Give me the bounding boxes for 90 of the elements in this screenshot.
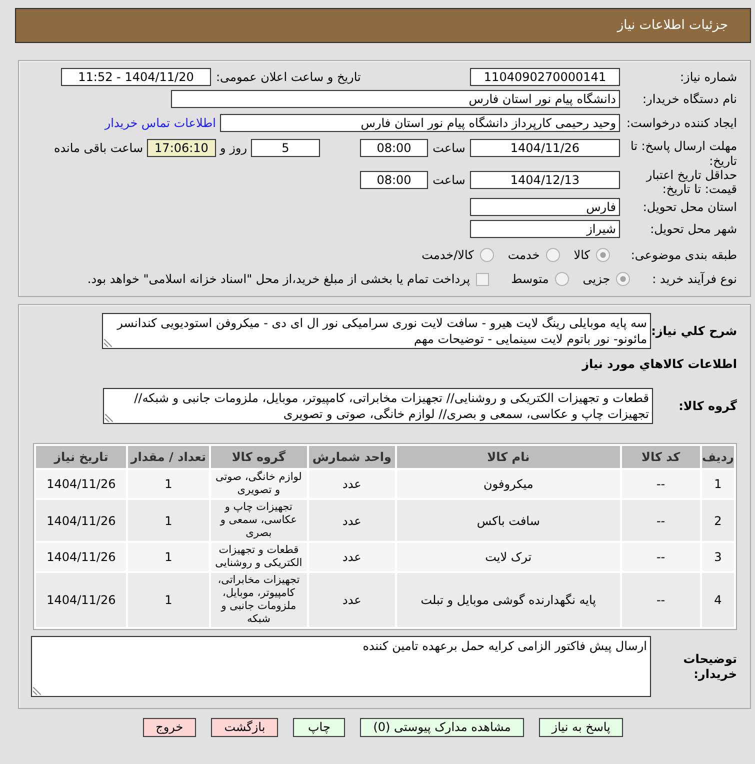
table-cell: لوازم خانگی، صوتی و تصویری [210,470,307,498]
field-label: ساعت باقی مانده [54,140,143,157]
table-cell: میکروفون [397,470,620,498]
table-cell: 2 [702,500,734,541]
time-field[interactable]: 08:00 [360,171,428,189]
table-cell: ترک لایت [397,543,620,571]
option-label: کالا/خدمت [422,247,474,264]
resize-grip-icon[interactable] [104,339,112,347]
page-title: جزئیات اطلاعات نیاز [617,18,728,33]
time-field[interactable]: 08:00 [360,139,428,157]
table-cell: 1 [128,543,209,571]
table-cell: 1404/11/26 [36,470,126,498]
days-field[interactable]: 5 [251,139,320,157]
need-number-field[interactable]: 1104090270000141 [470,68,620,86]
description-field[interactable]: سه پایه موبایلی رینگ لایت هیرو - سافت لایت نوری سرامیکی نور ال ای دی - میکروفن استودیویی کندانسر مائونو- نور باتوم لایت سینمایی - توضیحات مهم [102,313,651,349]
option-label: جزیی [582,271,610,288]
radio-button[interactable] [616,272,630,286]
field-label: ساعت [432,172,466,189]
option-label: خدمت [508,247,540,264]
field-label: مهلت ارسال پاسخ: تا تاریخ: [629,139,737,169]
table-cell: 1404/11/26 [36,500,126,541]
table-cell: سافت باکس [397,500,620,541]
announcement-date-field[interactable]: 1404/11/20 - 11:52 [61,68,211,86]
option-label: پرداخت تمام یا بخشی از مبلغ خرید،از محل "اسناد خزانه اسلامی" خواهد بود. [87,271,470,288]
checkbox[interactable] [476,272,490,286]
table-cell: 1 [128,470,209,498]
table-cell: 4 [702,573,734,627]
field-label: توضیحات خریدار: [682,652,737,682]
column-header: تاریخ نیاز [36,446,126,468]
radio-button[interactable] [480,248,494,262]
table-cell: 1 [128,500,209,541]
table-cell: 1404/11/26 [36,573,126,627]
buyer-org-field[interactable]: دانشگاه پیام نور استان فارس [171,90,620,108]
remaining-time-field[interactable]: 17:06:10 [147,139,216,157]
table-cell: تجهیزات مخابراتی، کامپیوتر، موبایل، ملزومات جانبی و شبکه [210,573,307,627]
resize-grip-icon[interactable] [33,687,41,695]
contact-link[interactable]: اطلاعات تماس خریدار [104,114,216,132]
field-label: حداقل تاریخ اعتبار قیمت: تا تاریخ: [644,168,737,196]
option-label: متوسط [511,271,549,288]
radio-button[interactable] [596,248,610,262]
field-label: ایجاد کننده درخواست: [626,115,737,132]
radio-button[interactable] [546,248,560,262]
field-label: نام دستگاه خریدار: [642,91,737,108]
table-cell: 1404/11/26 [36,543,126,571]
province-field[interactable]: فارس [470,198,620,216]
column-header: نام کالا [397,446,620,468]
column-header: ردیف [702,446,734,468]
table-cell: عدد [308,543,396,571]
field-label: طبقه بندی موضوعی: [630,247,737,264]
field-label: استان محل تحویل: [642,199,737,216]
table-cell: عدد [308,470,396,498]
column-header: واحد شمارش [308,446,396,468]
goods-group-field[interactable]: قطعات و تجهیزات الکتریکی و روشنایی// تجهیزات مخابراتی، کامپیوتر، موبایل، ملزومات جانبی و شبکه// تجهیزات چاپ و عکاسی، سمعی و بصری// لوازم خانگی، صوتی و تصویری [103,388,653,424]
field-label: تاریخ و ساعت اعلان عمومی: [216,69,361,86]
date-field[interactable]: 1404/11/26 [470,139,620,157]
field-label: ساعت [432,140,466,157]
table-cell: 1 [702,470,734,498]
field-label: نوع فرآیند خرید : [652,271,737,288]
field-label: شهر محل تحویل: [650,221,737,238]
column-header: تعداد / مقدار [128,446,209,468]
table-cell: قطعات و تجهیزات الکتریکی و روشنایی [210,543,307,571]
column-header: گروه کالا [210,446,307,468]
table-cell: -- [622,500,700,541]
table-cell: عدد [308,500,396,541]
option-label: کالا [574,247,590,264]
requester-field[interactable]: وحید رحیمی کارپرداز دانشگاه پیام نور استان فارس [220,114,620,132]
field-label: شرح کلي نیاز: [651,323,737,340]
field-label: شماره نیاز: [680,69,737,86]
column-header: کد کالا [622,446,700,468]
buyer-notes-field[interactable]: ارسال پیش فاکتور الزامی کرایه حمل برعهده تامین کننده [31,636,651,697]
action-button[interactable]: خروج [142,718,196,737]
resize-grip-icon[interactable] [105,414,113,422]
field-label: روز و [220,140,247,157]
table-cell: عدد [308,573,396,627]
action-button[interactable]: پاسخ به نیاز [538,718,624,737]
table-cell: تجهیزات چاپ و عکاسی، سمعی و بصری [210,500,307,541]
table-cell: -- [622,470,700,498]
field-label: گروه کالا: [678,398,737,415]
action-button[interactable]: مشاهده مدارک پیوستی (0) [360,718,524,737]
city-field[interactable]: شیراز [470,220,620,238]
table-cell: -- [622,543,700,571]
radio-button[interactable] [554,272,569,286]
table-cell: پایه نگهدارنده گوشی موبایل و تبلت [397,573,620,627]
table-cell: -- [622,573,700,627]
section-title: اطلاعات کالاهاي مورد نیاز [582,357,737,372]
table-cell: 3 [702,543,734,571]
action-button[interactable]: چاپ [293,718,346,737]
table-cell: 1 [128,573,209,627]
date-field[interactable]: 1404/12/13 [470,171,620,189]
action-button[interactable]: بازگشت [211,718,278,737]
